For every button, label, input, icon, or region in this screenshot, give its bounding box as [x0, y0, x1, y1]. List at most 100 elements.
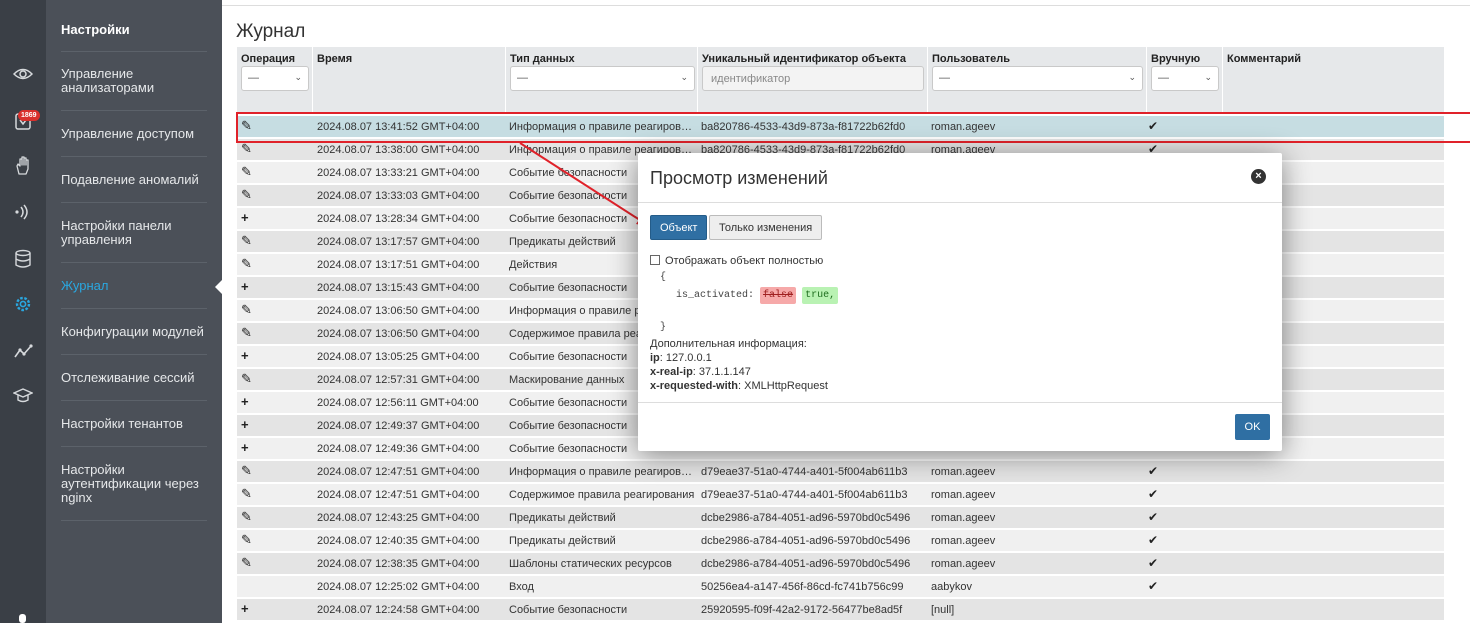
- scroll-indicator: [19, 614, 26, 623]
- row-user: roman.ageev: [931, 121, 996, 133]
- pencil-icon[interactable]: ✎: [241, 487, 252, 501]
- gear-icon[interactable]: [11, 292, 35, 316]
- operation-filter-value: —: [248, 72, 259, 84]
- row-time: 2024.08.07 13:15:43 GMT+04:00: [317, 282, 480, 294]
- user-filter-select[interactable]: — ⌄: [932, 66, 1143, 91]
- table-row[interactable]: ✎ 2024.08.07 12:47:51 GMT+04:00 Содержимое…: [237, 484, 1444, 506]
- column-object-id: Уникальный идентификатор объекта идентиф…: [698, 47, 928, 113]
- object-id-filter-input[interactable]: идентификатор: [702, 66, 924, 91]
- row-object-id: 50256ea4-a147-456f-86cd-fc741b756c99: [701, 581, 904, 593]
- plus-icon[interactable]: +: [241, 395, 249, 409]
- json-close-brace: }: [660, 322, 667, 333]
- column-header-operation: Операция: [241, 53, 296, 65]
- data-type-filter-select[interactable]: — ⌄: [510, 66, 695, 91]
- column-header-object-id: Уникальный идентификатор объекта: [702, 53, 906, 65]
- table-row[interactable]: ✎ 2024.08.07 12:47:51 GMT+04:00 Информация…: [237, 461, 1444, 483]
- row-time: 2024.08.07 12:57:31 GMT+04:00: [317, 374, 480, 386]
- table-row[interactable]: ✎ 2024.08.07 13:41:52 GMT+04:00 Информация…: [237, 116, 1444, 138]
- extra-info-requested-with: x-requested-with: XMLHttpRequest: [650, 380, 828, 392]
- database-icon[interactable]: [11, 247, 35, 271]
- pencil-icon[interactable]: ✎: [241, 372, 252, 386]
- plus-icon[interactable]: +: [241, 211, 249, 225]
- dialog-footer-divider: [638, 402, 1282, 403]
- row-time: 2024.08.07 13:38:00 GMT+04:00: [317, 144, 480, 156]
- menu-item-analyzers[interactable]: Управление анализаторами: [61, 67, 207, 95]
- menu-item-module-configs[interactable]: Конфигурации модулей: [61, 325, 207, 339]
- close-icon[interactable]: ×: [1251, 169, 1266, 184]
- row-time: 2024.08.07 12:47:51 GMT+04:00: [317, 489, 480, 501]
- row-time: 2024.08.07 13:33:03 GMT+04:00: [317, 190, 480, 202]
- show-full-object-checkbox[interactable]: Отображать объект полностью: [650, 255, 823, 267]
- tab-changes-only[interactable]: Только изменения: [709, 215, 823, 240]
- table-row[interactable]: +2024.08.07 12:24:58 GMT+04:00 Событие бе…: [237, 599, 1444, 621]
- plus-icon[interactable]: +: [241, 441, 249, 455]
- menu-divider: [61, 262, 207, 263]
- column-header-time: Время: [317, 53, 353, 65]
- row-time: 2024.08.07 12:25:02 GMT+04:00: [317, 581, 480, 593]
- table-row[interactable]: 2024.08.07 12:25:02 GMT+04:00 Вход 50256ea…: [237, 576, 1444, 598]
- plus-icon[interactable]: +: [241, 418, 249, 432]
- menu-divider: [61, 446, 207, 447]
- menu-item-nginx-auth[interactable]: Настройки аутентификации через nginx: [61, 463, 207, 505]
- row-time: 2024.08.07 13:41:52 GMT+04:00: [317, 121, 480, 133]
- user-filter-value: —: [939, 72, 950, 84]
- menu-item-tenant-settings[interactable]: Настройки тенантов: [61, 417, 207, 431]
- pencil-icon[interactable]: ✎: [241, 326, 252, 340]
- pencil-icon[interactable]: ✎: [241, 464, 252, 478]
- menu-divider: [61, 51, 207, 52]
- plus-icon[interactable]: +: [241, 280, 249, 294]
- menu-divider: [61, 202, 207, 203]
- menu-divider: [61, 308, 207, 309]
- row-data-type: Предикаты действий: [509, 535, 616, 547]
- tab-object[interactable]: Объект: [650, 215, 708, 240]
- operation-filter-select[interactable]: — ⌄: [241, 66, 309, 91]
- row-time: 2024.08.07 12:49:36 GMT+04:00: [317, 443, 480, 455]
- row-time: 2024.08.07 13:05:25 GMT+04:00: [317, 351, 480, 363]
- column-header-manual: Вручную: [1151, 53, 1201, 65]
- menu-item-anomaly-suppression[interactable]: Подавление аномалий: [61, 173, 207, 187]
- plus-icon[interactable]: +: [241, 349, 249, 363]
- menu-item-dashboard-settings[interactable]: Настройки панели управления: [61, 219, 207, 247]
- pencil-icon[interactable]: ✎: [241, 142, 252, 156]
- analytics-icon[interactable]: [11, 339, 35, 363]
- chevron-down-icon: ⌄: [680, 72, 688, 82]
- pencil-icon[interactable]: ✎: [241, 556, 252, 570]
- menu-item-session-tracking[interactable]: Отслеживание сессий: [61, 371, 207, 385]
- pencil-icon[interactable]: ✎: [241, 510, 252, 524]
- checkbox-icon[interactable]: [650, 255, 660, 265]
- table-row[interactable]: ✎ 2024.08.07 12:40:35 GMT+04:00 Предикаты …: [237, 530, 1444, 552]
- eye-icon[interactable]: [11, 62, 35, 86]
- signal-icon[interactable]: [11, 200, 35, 224]
- row-time: 2024.08.07 13:06:50 GMT+04:00: [317, 328, 480, 340]
- checkmark-icon: ✔: [1148, 464, 1159, 478]
- education-icon[interactable]: [11, 384, 35, 408]
- pencil-icon[interactable]: ✎: [241, 533, 252, 547]
- diff-key: is_activated:: [676, 290, 755, 301]
- pencil-icon[interactable]: ✎: [241, 165, 252, 179]
- pencil-icon[interactable]: ✎: [241, 234, 252, 248]
- column-header-comment: Комментарий: [1227, 53, 1302, 65]
- row-object-id: d79eae37-51a0-4744-a401-5f004ab611b3: [701, 489, 908, 501]
- pencil-icon[interactable]: ✎: [241, 257, 252, 271]
- extra-info-real-ip: x-real-ip: 37.1.1.147: [650, 366, 751, 378]
- manual-filter-select[interactable]: — ⌄: [1151, 66, 1219, 91]
- dialog-title: Просмотр изменений: [650, 168, 828, 188]
- pencil-icon[interactable]: ✎: [241, 303, 252, 317]
- column-manual: Вручную — ⌄: [1147, 47, 1223, 113]
- row-time: 2024.08.07 12:47:51 GMT+04:00: [317, 466, 480, 478]
- menu-item-access[interactable]: Управление доступом: [61, 127, 207, 141]
- column-header-data-type: Тип данных: [510, 53, 575, 65]
- pencil-icon[interactable]: ✎: [241, 188, 252, 202]
- row-time: 2024.08.07 12:24:58 GMT+04:00: [317, 604, 480, 616]
- table-row[interactable]: ✎ 2024.08.07 12:38:35 GMT+04:00 Шаблоны ст…: [237, 553, 1444, 575]
- ok-button[interactable]: OK: [1235, 414, 1270, 440]
- plus-icon[interactable]: +: [241, 602, 249, 616]
- menu-item-journal[interactable]: Журнал: [61, 279, 207, 293]
- row-time: 2024.08.07 12:40:35 GMT+04:00: [317, 535, 480, 547]
- table-row[interactable]: ✎ 2024.08.07 12:43:25 GMT+04:00 Предикаты …: [237, 507, 1444, 529]
- hand-icon[interactable]: [11, 154, 35, 178]
- row-time: 2024.08.07 12:56:11 GMT+04:00: [317, 397, 479, 409]
- pencil-icon[interactable]: ✎: [241, 119, 252, 133]
- row-data-type: Предикаты действий: [509, 512, 616, 524]
- column-data-type: Тип данных — ⌄: [506, 47, 698, 113]
